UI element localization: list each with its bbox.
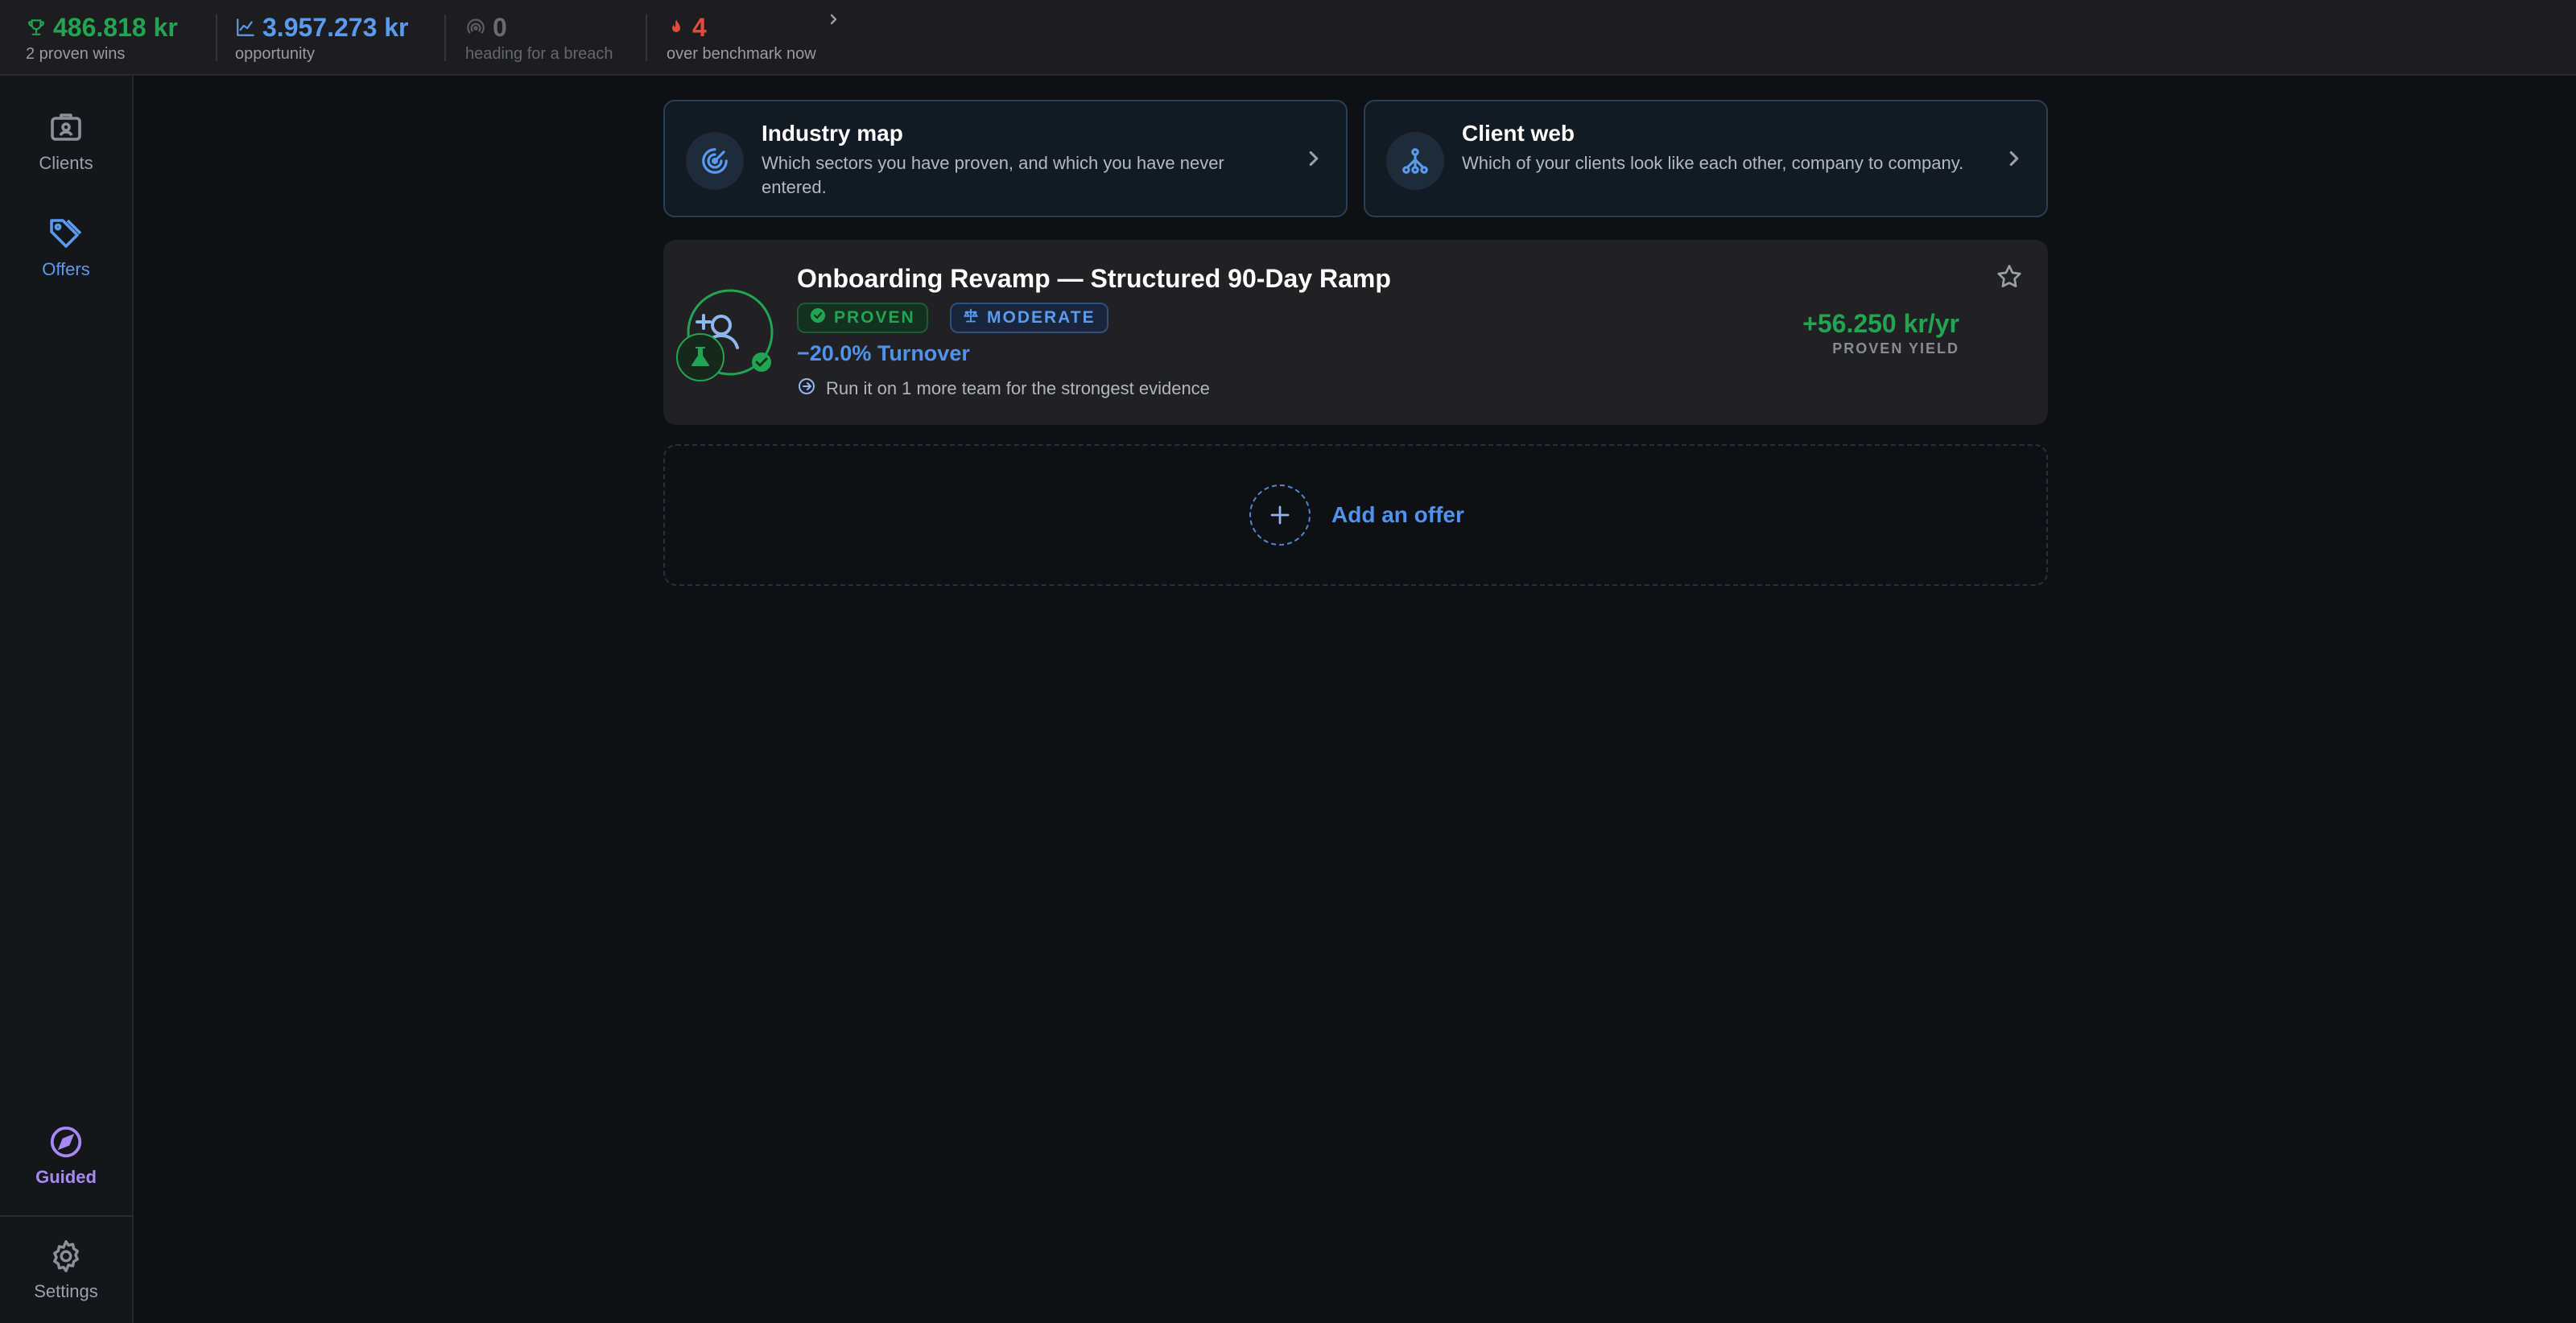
offer-avatar-icon xyxy=(675,286,779,395)
card-description: Which sectors you have proven, and which… xyxy=(762,153,1224,197)
stat-proven-wins[interactable]: 486.818 kr 2 proven wins xyxy=(26,11,178,64)
badge-label: PROVEN xyxy=(834,308,915,327)
check-circle-icon xyxy=(810,307,834,328)
offer-card[interactable]: Onboarding Revamp — Structured 90-Day Ra… xyxy=(663,240,2048,425)
sidebar-item-label: Offers xyxy=(42,259,90,279)
industry-map-card[interactable]: Industry map Which sectors you have prov… xyxy=(663,100,1348,217)
trend-chart-icon xyxy=(235,17,256,38)
stat-value: 0 xyxy=(493,13,507,42)
chevron-right-icon xyxy=(1306,146,1322,175)
offer-hint: Run it on 1 more team for the strongest … xyxy=(797,377,1210,401)
card-title: Client web xyxy=(1462,121,1575,146)
arrow-circle-icon xyxy=(797,377,826,401)
chevron-right-icon[interactable] xyxy=(828,10,840,34)
stat-label: heading for a breach xyxy=(465,45,613,63)
hint-text: Run it on 1 more team for the strongest … xyxy=(826,378,1210,398)
divider xyxy=(0,1215,132,1217)
proven-badge: PROVEN xyxy=(797,303,928,333)
card-title: Industry map xyxy=(762,121,903,146)
badge-label: MODERATE xyxy=(987,308,1096,327)
radar-icon xyxy=(465,17,486,38)
scale-icon xyxy=(963,307,987,328)
add-offer-button[interactable]: Add an offer xyxy=(663,444,2048,586)
tag-icon xyxy=(0,214,132,253)
sidebar-item-label: Clients xyxy=(39,153,93,173)
add-offer-label: Add an offer xyxy=(1331,502,1464,527)
divider xyxy=(646,14,647,61)
card-description: Which of your clients look like each oth… xyxy=(1462,153,1964,173)
stat-over-benchmark[interactable]: 4 over benchmark now xyxy=(667,11,816,64)
stat-label: opportunity xyxy=(235,45,315,63)
stat-opportunity[interactable]: 3.957.273 kr opportunity xyxy=(235,11,409,64)
sidebar-item-label: Guided xyxy=(35,1167,97,1187)
sidebar-item-guided[interactable]: Guided xyxy=(0,1123,132,1188)
stats-bar[interactable]: 486.818 kr 2 proven wins 3.957.273 kr op… xyxy=(0,0,2576,76)
yield-label: PROVEN YIELD xyxy=(1832,340,1959,357)
compass-icon xyxy=(0,1123,132,1160)
network-icon xyxy=(1386,132,1444,190)
sidebar-item-offers[interactable]: Offers xyxy=(0,214,132,280)
sidebar-item-label: Settings xyxy=(34,1281,98,1301)
trophy-icon xyxy=(26,17,47,38)
client-web-card[interactable]: Client web Which of your clients look li… xyxy=(1364,100,2048,217)
yield-value: +56.250 kr/yr xyxy=(1802,309,1959,338)
proven-yield: +56.250 kr/yr PROVEN YIELD xyxy=(1802,309,1959,357)
stat-breach[interactable]: 0 heading for a breach xyxy=(465,11,613,64)
offer-metric: −20.0% Turnover xyxy=(797,341,970,365)
chevron-right-icon xyxy=(2006,146,2022,175)
moderate-badge: MODERATE xyxy=(950,303,1108,333)
stat-value: 4 xyxy=(692,13,707,42)
star-icon[interactable] xyxy=(1995,262,2024,295)
divider xyxy=(216,14,217,61)
stat-label: 2 proven wins xyxy=(26,45,126,63)
sidebar: Clients Offers Guided Settings xyxy=(0,76,134,1323)
stat-label: over benchmark now xyxy=(667,45,816,63)
divider xyxy=(444,14,446,61)
stat-value: 3.957.273 kr xyxy=(262,13,409,42)
target-icon xyxy=(686,132,744,190)
offer-title: Onboarding Revamp — Structured 90-Day Ra… xyxy=(797,264,1391,293)
gear-icon xyxy=(0,1238,132,1275)
plus-icon xyxy=(1249,484,1311,546)
sidebar-item-settings[interactable]: Settings xyxy=(0,1238,132,1302)
sidebar-item-clients[interactable]: Clients xyxy=(0,108,132,174)
stat-value: 486.818 kr xyxy=(53,13,178,42)
flame-icon xyxy=(667,17,686,38)
briefcase-icon xyxy=(0,108,132,146)
